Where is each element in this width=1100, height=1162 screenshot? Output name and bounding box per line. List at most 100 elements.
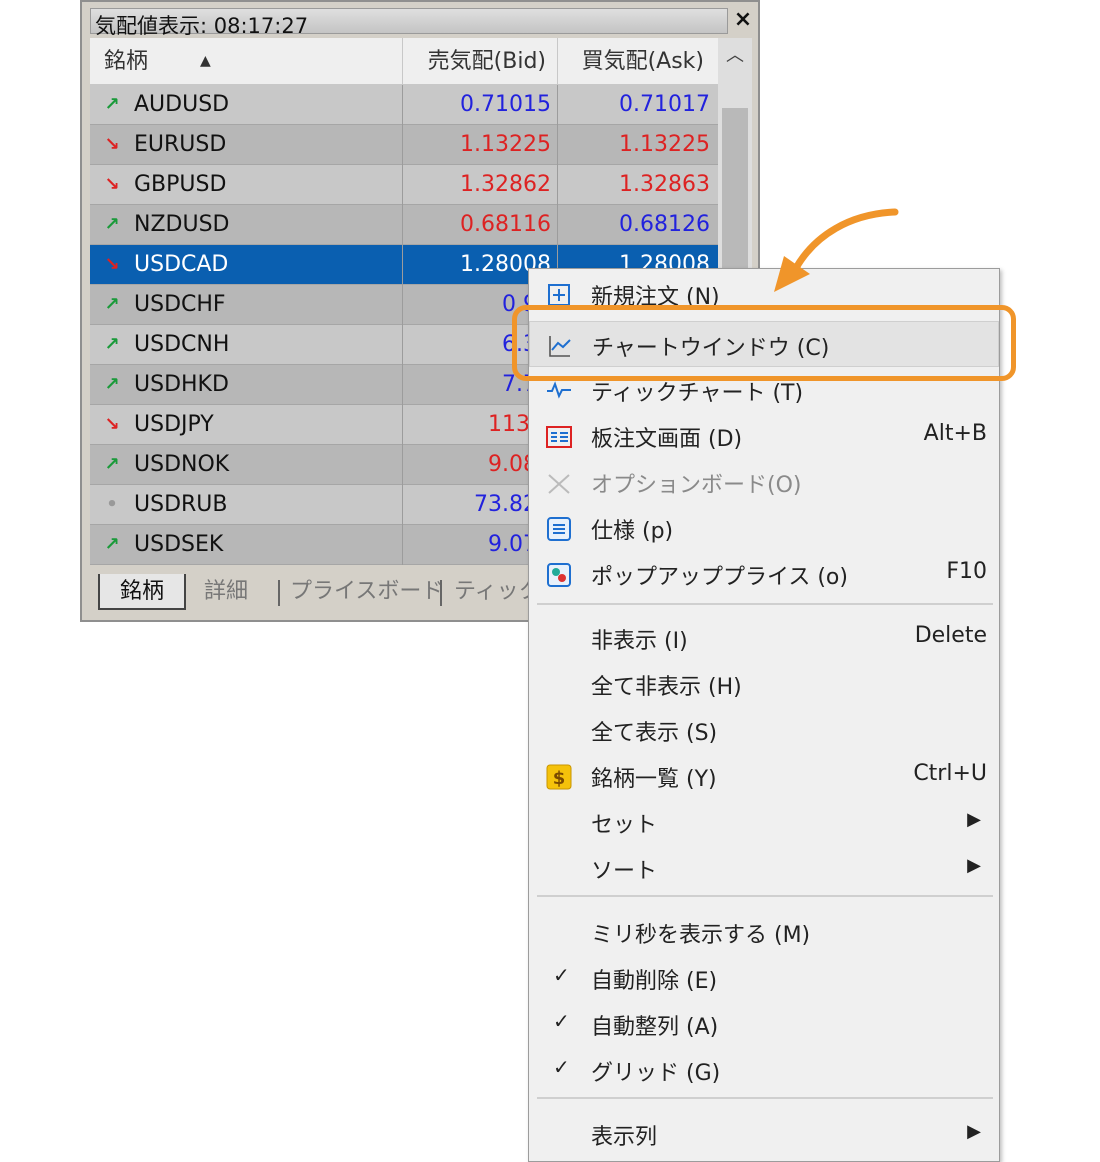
trend-down-icon: ↘ bbox=[104, 414, 120, 435]
menu-item[interactable]: ポップアッププライス (o) F10 bbox=[529, 551, 999, 597]
symbol-cell: USDCNH bbox=[134, 332, 230, 357]
symbol-cell: USDCAD bbox=[134, 252, 229, 277]
menu-separator bbox=[537, 895, 993, 897]
menu-item[interactable]: セット ▶ bbox=[529, 799, 999, 845]
menu-item-label: 全て非表示 (H) bbox=[591, 675, 742, 700]
bid-cell: 1.13225 bbox=[402, 125, 557, 165]
symbol-cell: USDNOK bbox=[134, 452, 230, 477]
window-title: 気配値表示: 08:17:27 bbox=[95, 14, 309, 38]
submenu-arrow-icon: ▶ bbox=[967, 809, 981, 830]
table-header: 銘柄 ▲ 売気配(Bid) 買気配(Ask) bbox=[90, 38, 718, 85]
popup-prices-icon bbox=[545, 561, 575, 589]
symbols-icon: $ bbox=[545, 763, 575, 791]
menu-item[interactable]: 仕様 (p) bbox=[529, 505, 999, 551]
trend-up-icon: ↗ bbox=[104, 294, 120, 315]
curved-arrow-icon bbox=[774, 208, 899, 292]
svg-text:$: $ bbox=[553, 768, 566, 789]
depth-of-market-icon bbox=[545, 423, 575, 451]
symbol-cell: USDRUB bbox=[134, 492, 228, 517]
table-row[interactable]: ↘ EURUSD 1.13225 1.13225 bbox=[90, 125, 718, 165]
menu-item-shortcut: Alt+B bbox=[923, 421, 987, 446]
trend-up-icon: ↗ bbox=[104, 534, 120, 555]
menu-item-shortcut: Ctrl+U bbox=[913, 761, 987, 786]
menu-item-label: 非表示 (I) bbox=[591, 629, 688, 654]
menu-item[interactable]: ソート ▶ bbox=[529, 845, 999, 891]
symbol-cell: USDJPY bbox=[134, 412, 214, 437]
menu-item[interactable]: 表示列 ▶ bbox=[529, 1111, 999, 1157]
menu-item[interactable]: $ 銘柄一覧 (Y) Ctrl+U bbox=[529, 753, 999, 799]
close-icon[interactable]: × bbox=[730, 6, 756, 34]
menu-item[interactable]: ✓ グリッド (G) bbox=[529, 1047, 999, 1093]
checkmark-icon: ✓ bbox=[553, 1055, 570, 1079]
menu-item-shortcut: Delete bbox=[914, 623, 987, 648]
scroll-up-icon[interactable]: ︿ bbox=[718, 38, 752, 74]
menu-item: オプションボード(O) bbox=[529, 459, 999, 505]
trend-up-icon: ↗ bbox=[104, 334, 120, 355]
tab-details[interactable]: 詳細 bbox=[204, 574, 248, 610]
table-row[interactable]: ↗ NZDUSD 0.68116 0.68126 bbox=[90, 205, 718, 245]
symbol-cell: USDSEK bbox=[134, 532, 224, 557]
sort-ascending-icon: ▲ bbox=[200, 53, 211, 69]
menu-item-label: 全て表示 (S) bbox=[591, 721, 718, 746]
menu-item[interactable]: 板注文画面 (D) Alt+B bbox=[529, 413, 999, 459]
checkmark-icon: ✓ bbox=[553, 963, 570, 987]
column-header-symbol-label: 銘柄 bbox=[104, 49, 149, 74]
menu-item[interactable]: 全て表示 (S) bbox=[529, 707, 999, 753]
menu-item-label: オプションボード(O) bbox=[591, 473, 802, 498]
trend-down-icon: ↘ bbox=[104, 174, 120, 195]
tick-chart-icon bbox=[545, 377, 575, 405]
trend-down-icon: ↘ bbox=[104, 254, 120, 275]
context-menu: 新規注文 (N) チャートウインドウ (C) ティックチャート (T) 板注文画面 (… bbox=[528, 268, 1000, 1162]
column-header-ask[interactable]: 買気配(Ask) bbox=[557, 38, 718, 85]
checkmark-icon: ✓ bbox=[553, 1009, 570, 1033]
menu-item[interactable]: 非表示 (I) Delete bbox=[529, 615, 999, 661]
tab-divider bbox=[440, 580, 442, 606]
ask-cell: 1.13225 bbox=[557, 125, 718, 165]
menu-item-label: グリッド (G) bbox=[591, 1061, 721, 1086]
menu-item-label: ソート bbox=[591, 859, 658, 884]
bid-cell: 1.32862 bbox=[402, 165, 557, 205]
submenu-arrow-icon: ▶ bbox=[967, 855, 981, 876]
menu-item-label: ミリ秒を表示する (M) bbox=[591, 923, 811, 948]
table-row[interactable]: ↘ GBPUSD 1.32862 1.32863 bbox=[90, 165, 718, 205]
tab-symbols[interactable]: 銘柄 bbox=[98, 574, 186, 610]
menu-item-label: 自動整列 (A) bbox=[591, 1015, 719, 1040]
trend-up-icon: ↗ bbox=[104, 454, 120, 475]
specification-icon bbox=[545, 515, 575, 543]
ask-cell: 0.68126 bbox=[557, 205, 718, 245]
menu-item-label: 自動削除 (E) bbox=[591, 969, 718, 994]
menu-item-label: セット bbox=[591, 813, 658, 838]
menu-item-label: 銘柄一覧 (Y) bbox=[591, 767, 717, 792]
menu-item-label: 仕様 (p) bbox=[591, 519, 674, 544]
menu-item-shortcut: F10 bbox=[946, 559, 987, 584]
symbol-cell: GBPUSD bbox=[134, 172, 227, 197]
column-header-bid[interactable]: 売気配(Bid) bbox=[402, 38, 556, 85]
submenu-arrow-icon: ▶ bbox=[967, 1121, 981, 1142]
option-board-icon bbox=[545, 469, 575, 497]
highlight-box bbox=[512, 305, 1016, 381]
bid-cell: 0.71015 bbox=[402, 85, 557, 125]
ask-cell: 1.32863 bbox=[557, 165, 718, 205]
menu-item[interactable]: 全て非表示 (H) bbox=[529, 661, 999, 707]
bid-cell: 0.68116 bbox=[402, 205, 557, 245]
trend-up-icon: ↗ bbox=[104, 374, 120, 395]
menu-item[interactable]: ✓ 自動整列 (A) bbox=[529, 1001, 999, 1047]
symbol-cell: NZDUSD bbox=[134, 212, 230, 237]
menu-separator bbox=[537, 603, 993, 605]
tab-divider bbox=[278, 580, 280, 606]
window-titlebar[interactable]: 気配値表示: 08:17:27 bbox=[90, 8, 728, 38]
trend-up-icon: ↗ bbox=[104, 214, 120, 235]
menu-item[interactable]: ミリ秒を表示する (M) bbox=[529, 909, 999, 955]
symbol-cell: USDCHF bbox=[134, 292, 226, 317]
symbol-cell: EURUSD bbox=[134, 132, 227, 157]
ask-cell: 0.71017 bbox=[557, 85, 718, 125]
menu-separator bbox=[537, 1097, 993, 1099]
tab-price-board[interactable]: プライスボード bbox=[290, 574, 443, 610]
menu-item-label: 板注文画面 (D) bbox=[591, 427, 743, 452]
menu-item-label: ポップアッププライス (o) bbox=[591, 565, 848, 590]
menu-item[interactable]: ✓ 自動削除 (E) bbox=[529, 955, 999, 1001]
trend-up-icon: ↗ bbox=[104, 94, 120, 115]
trend-down-icon: ↘ bbox=[104, 134, 120, 155]
column-header-symbol[interactable]: 銘柄 ▲ bbox=[104, 38, 400, 85]
table-row[interactable]: ↗ AUDUSD 0.71015 0.71017 bbox=[90, 85, 718, 125]
